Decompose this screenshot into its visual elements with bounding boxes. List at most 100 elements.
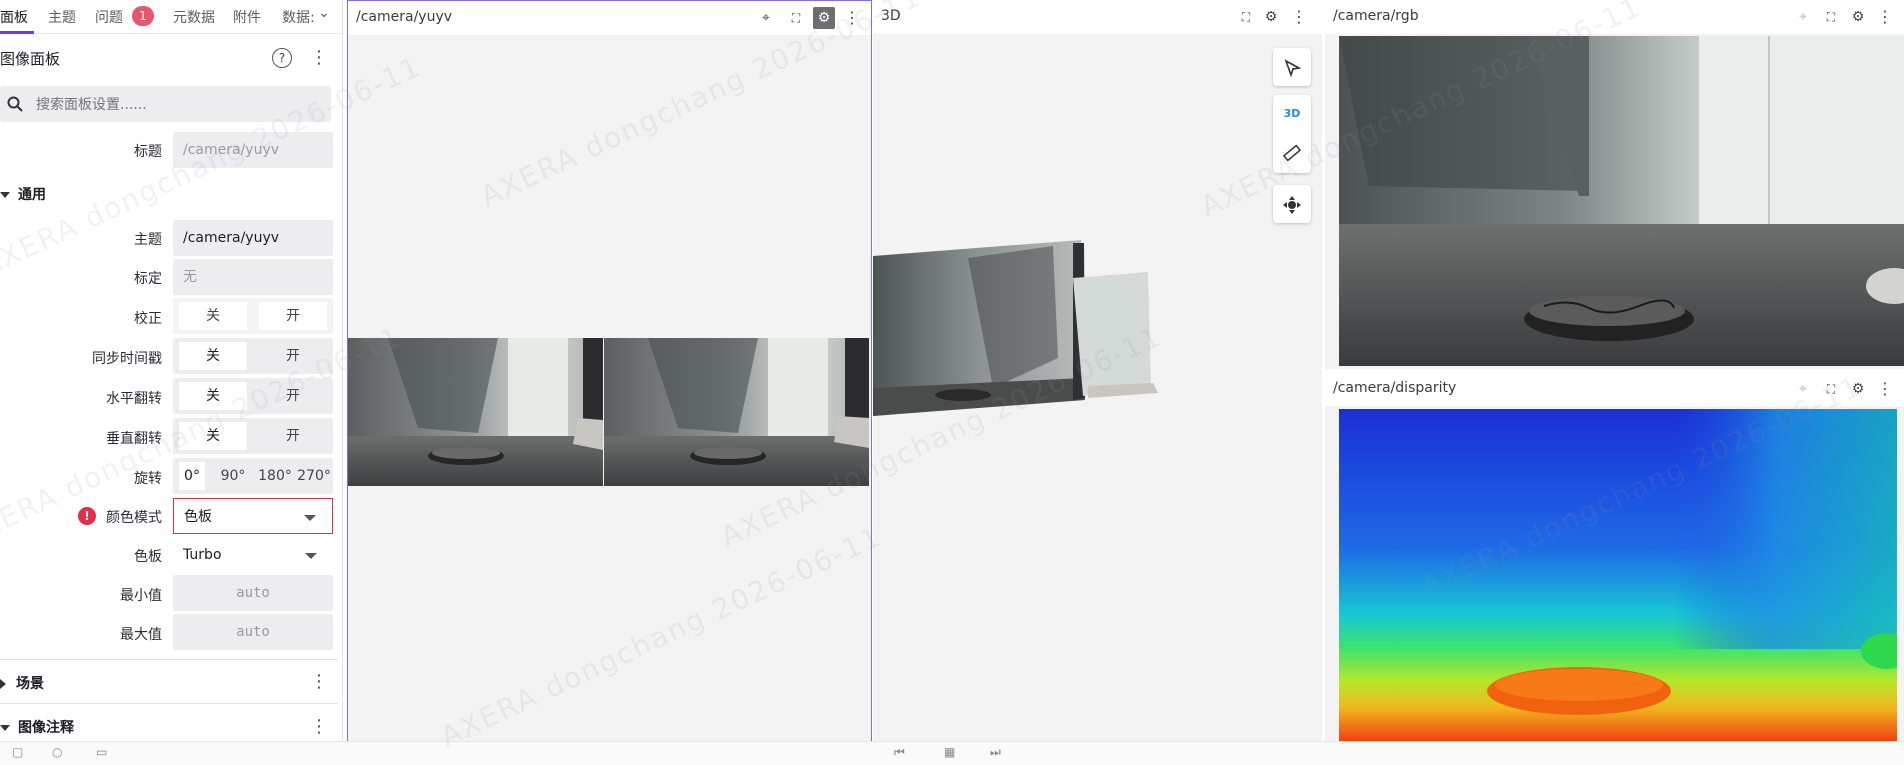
chevron-down-icon: [305, 553, 317, 559]
disparity-panel-header: /camera/disparity ⌖ ⛶ ⚙ ⋮: [1325, 372, 1904, 406]
gear-icon[interactable]: ⚙: [813, 7, 835, 29]
section-divider: [0, 703, 338, 704]
calibration-label: 标定: [134, 271, 162, 287]
more-menu-icon[interactable]: ⋮: [1290, 7, 1308, 27]
right-eye-image: [604, 338, 869, 486]
sync-timestamp-on-option[interactable]: 开: [259, 342, 327, 370]
rotation-90-option[interactable]: 90°: [215, 462, 251, 490]
color-mode-select[interactable]: 色板: [173, 498, 333, 534]
tabs-chevron-down-icon[interactable]: ⌄: [318, 5, 330, 21]
active-tab-indicator: [0, 31, 34, 34]
scene-section-header[interactable]: 场景: [0, 673, 44, 693]
scene-menu-icon[interactable]: ⋮: [310, 673, 328, 691]
more-menu-icon[interactable]: ⋮: [1876, 379, 1894, 399]
fullscreen-icon[interactable]: ⛶: [1237, 7, 1255, 27]
flip-horizontal-toggle: 关 开: [173, 378, 333, 414]
rectify-off-option[interactable]: 关: [179, 302, 247, 330]
crosshair-icon[interactable]: ⌖: [1794, 7, 1812, 27]
flip-horizontal-off-option[interactable]: 关: [179, 382, 247, 410]
gear-icon[interactable]: ⚙: [1262, 7, 1280, 27]
point-cloud-view[interactable]: [873, 238, 1173, 418]
rectify-label: 校正: [134, 311, 162, 327]
max-value-label: 最大值: [120, 627, 162, 643]
annotations-menu-icon[interactable]: ⋮: [310, 718, 328, 736]
recenter-icon[interactable]: [1273, 185, 1311, 223]
rotation-toggle: 0° 90° 180° 270°: [173, 458, 333, 494]
step-back-icon[interactable]: ⏮: [894, 745, 905, 760]
annotations-section-header[interactable]: 图像注释: [0, 717, 74, 737]
flip-horizontal-on-option[interactable]: 开: [259, 382, 327, 410]
color-mode-label: 颜色模式: [106, 510, 162, 526]
calibration-field[interactable]: 无: [173, 259, 333, 295]
topic-field[interactable]: /camera/yuyv: [173, 220, 333, 256]
topic-label: 主题: [134, 232, 162, 248]
rotation-0-option[interactable]: 0°: [179, 462, 205, 490]
disparity-image-panel[interactable]: /camera/disparity ⌖ ⛶ ⚙ ⋮: [1325, 372, 1904, 741]
flip-vertical-label: 垂直翻转: [106, 431, 162, 447]
collapse-triangle-icon: [0, 192, 10, 198]
disparity-heatmap-image: [1339, 409, 1897, 741]
crosshair-icon[interactable]: ⌖: [757, 8, 775, 28]
palette-select[interactable]: Turbo: [173, 537, 333, 573]
layout-icon[interactable]: ▢: [12, 745, 23, 759]
fullscreen-icon[interactable]: ⛶: [1822, 7, 1840, 27]
sidebar-tabs: 面板 主题 问题 1 元数据 附件 数据: ⌄: [0, 0, 342, 34]
flip-vertical-on-option[interactable]: 开: [259, 422, 327, 450]
panel-menu-icon[interactable]: ⋮: [310, 49, 328, 67]
yuyv-panel-title: /camera/yuyv: [356, 9, 453, 25]
select-cursor-icon[interactable]: [1273, 48, 1311, 86]
help-icon[interactable]: ?: [272, 48, 292, 68]
settings-sidebar: 面板 主题 问题 1 元数据 附件 数据: ⌄ 图像面板 ? ⋮ 标题 /cam…: [0, 0, 343, 741]
crosshair-icon[interactable]: ⌖: [1794, 379, 1812, 399]
tab-attachments[interactable]: 附件: [233, 7, 261, 27]
title-field[interactable]: /camera/yuyv: [173, 132, 333, 168]
yuyv-image-panel[interactable]: /camera/yuyv ⌖ ⛶ ⚙ ⋮: [347, 0, 872, 743]
title-label: 标题: [134, 144, 162, 160]
tab-metadata[interactable]: 元数据: [173, 7, 215, 27]
annotations-section-label: 图像注释: [18, 720, 74, 736]
flip-vertical-off-option[interactable]: 关: [179, 422, 247, 450]
max-value-input[interactable]: auto: [173, 614, 333, 650]
sync-timestamp-off-option[interactable]: 关: [179, 342, 247, 370]
section-divider: [0, 659, 338, 660]
tab-problems[interactable]: 问题: [95, 7, 123, 27]
fullscreen-icon[interactable]: ⛶: [1822, 379, 1840, 399]
general-section-header[interactable]: 通用: [0, 184, 46, 204]
3d-panel-header: 3D ⛶ ⚙ ⋮: [873, 0, 1322, 34]
rectify-toggle: 关 开: [173, 298, 333, 334]
rgb-camera-image: [1339, 36, 1904, 366]
tab-topics[interactable]: 主题: [48, 7, 76, 27]
ruler-icon[interactable]: [1273, 133, 1311, 171]
gear-icon[interactable]: ⚙: [1849, 379, 1867, 399]
step-forward-icon[interactable]: ⏭: [990, 745, 1001, 760]
grid-icon[interactable]: ▦: [944, 745, 955, 759]
more-menu-icon[interactable]: ⋮: [1876, 7, 1894, 27]
fullscreen-icon[interactable]: ⛶: [787, 8, 805, 28]
disparity-panel-title: /camera/disparity: [1333, 380, 1457, 396]
gear-icon[interactable]: ⚙: [1849, 7, 1867, 27]
tab-panel[interactable]: 面板: [0, 7, 28, 27]
rectify-on-option[interactable]: 开: [259, 302, 327, 330]
palette-label: 色板: [134, 549, 162, 565]
general-section-label: 通用: [18, 187, 46, 203]
rgb-image-panel[interactable]: /camera/rgb ⌖ ⛶ ⚙ ⋮: [1325, 0, 1904, 369]
3d-panel-title: 3D: [881, 8, 901, 24]
view-tool-group: 3D: [1273, 95, 1311, 173]
rgb-panel-title: /camera/rgb: [1333, 8, 1419, 24]
left-eye-image: [348, 338, 603, 486]
3d-panel[interactable]: 3D ⛶ ⚙ ⋮ 3D: [873, 0, 1322, 741]
rotation-270-option[interactable]: 270°: [295, 462, 333, 490]
3d-mode-toggle[interactable]: 3D: [1273, 95, 1311, 133]
min-value-input[interactable]: auto: [173, 575, 333, 611]
rotation-180-option[interactable]: 180°: [255, 462, 295, 490]
more-menu-icon[interactable]: ⋮: [843, 8, 861, 28]
tab-data[interactable]: 数据:: [282, 7, 315, 27]
collapse-triangle-icon: [0, 725, 10, 731]
interact-tool-group: [1273, 48, 1311, 86]
bottom-status-bar: ▢ ○ ▭ ⏮ ▦ ⏭: [0, 741, 1904, 765]
panel-title: 图像面板: [0, 50, 61, 68]
help-circle-icon[interactable]: ○: [52, 745, 62, 759]
sync-timestamp-label: 同步时间戳: [92, 351, 162, 367]
panel-icon[interactable]: ▭: [96, 745, 107, 759]
search-input[interactable]: [34, 94, 318, 116]
